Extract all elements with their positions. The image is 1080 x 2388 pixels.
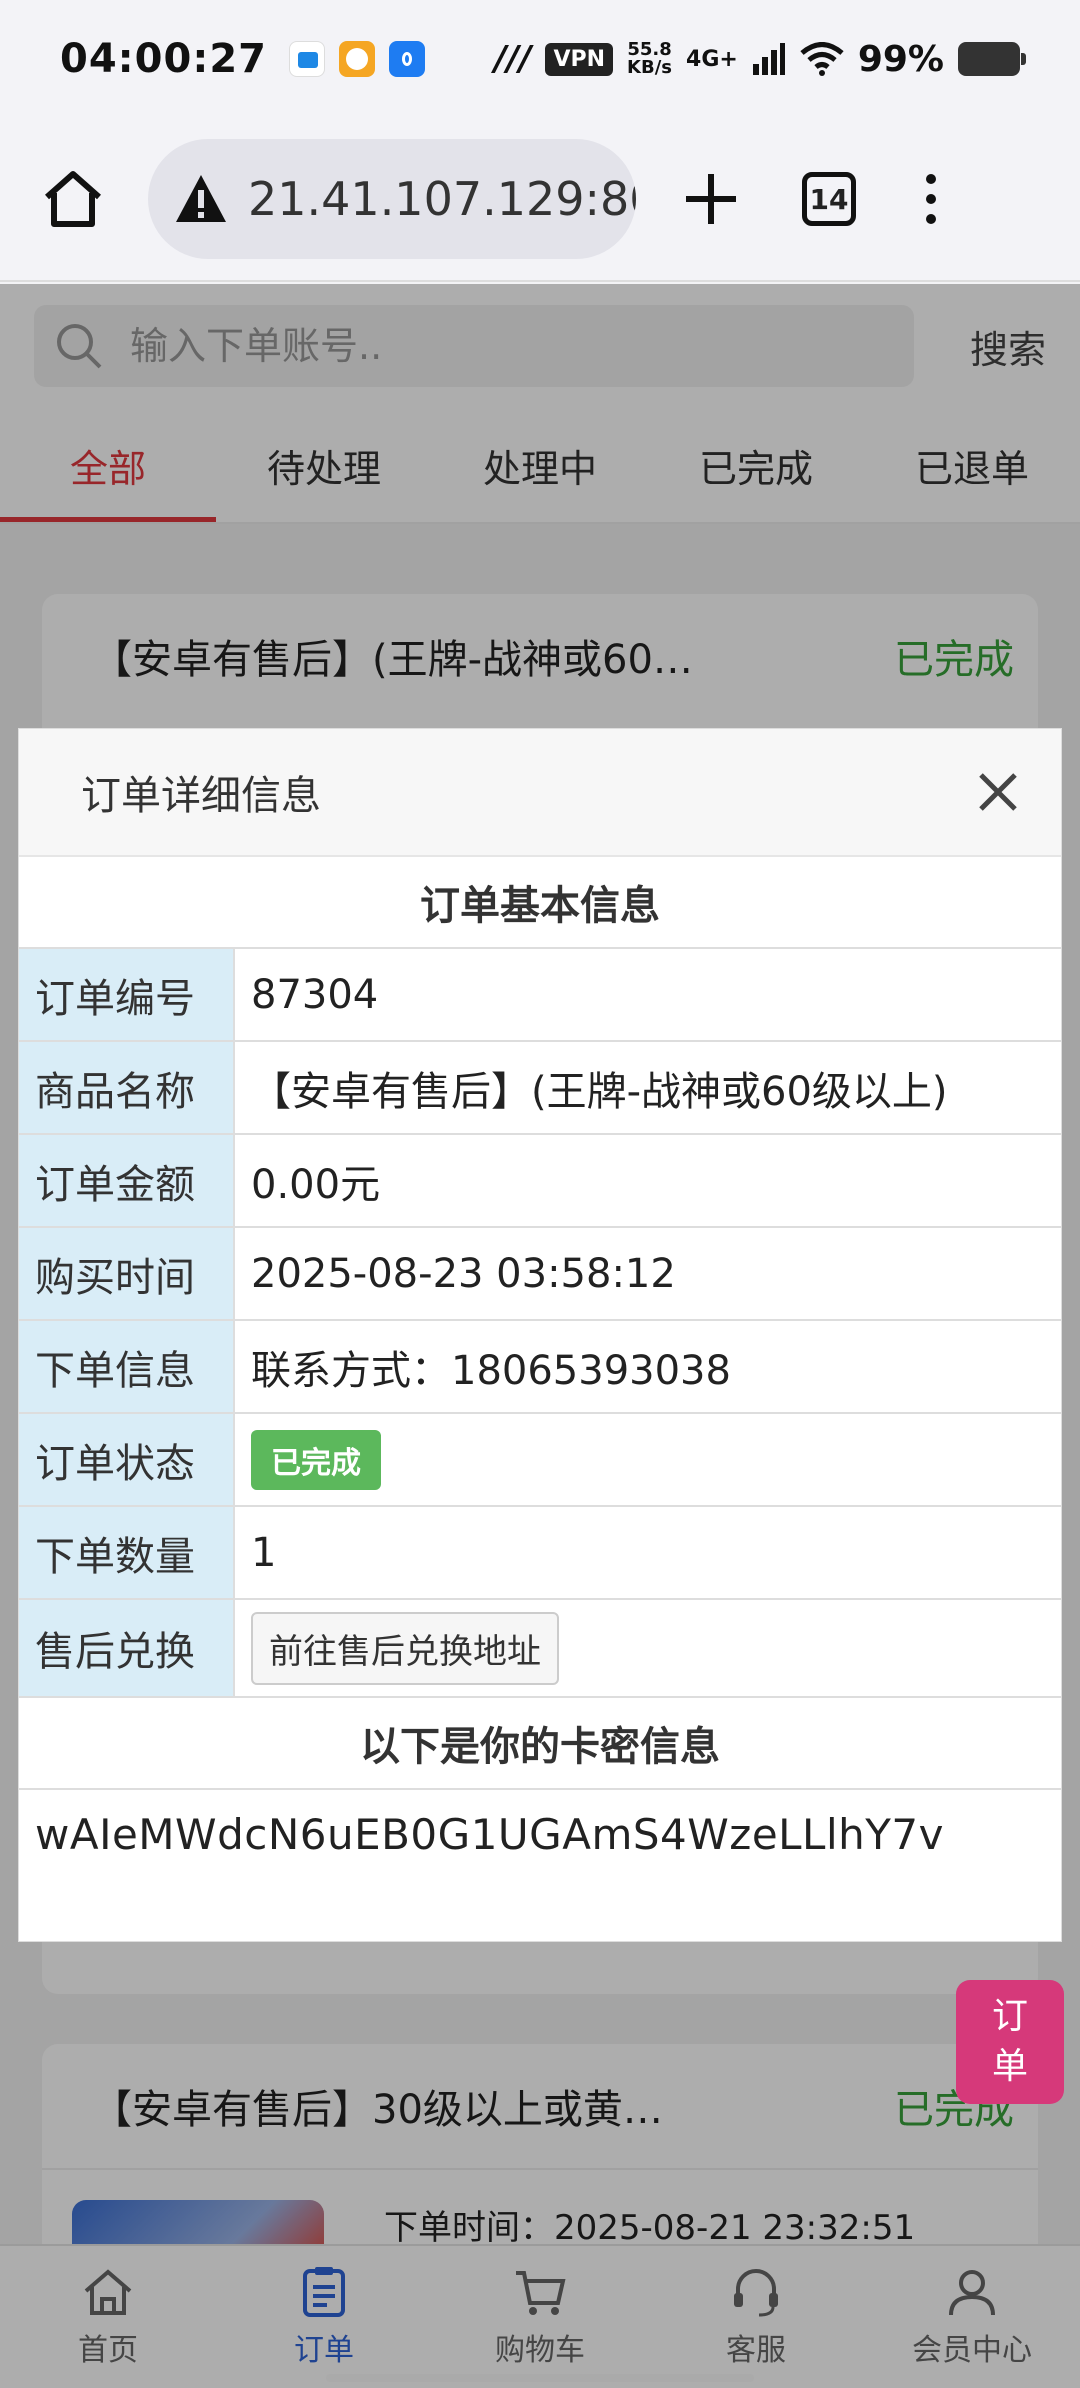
video-app-icon xyxy=(338,41,375,77)
dot xyxy=(926,194,936,204)
address-bar[interactable]: 21.41.107.129:8081 xyxy=(148,139,636,259)
tab-switcher-button[interactable]: 14 xyxy=(802,172,856,226)
info-label: 购买时间 xyxy=(19,1228,235,1319)
new-tab-button[interactable] xyxy=(676,164,746,234)
home-indicator xyxy=(326,2374,754,2382)
signal-strength-icon: /// xyxy=(494,39,532,79)
browser-toolbar: 21.41.107.129:8081 14 xyxy=(0,118,1080,282)
card-key-title: 以下是你的卡密信息 xyxy=(19,1698,1061,1790)
status-time: 04:00:27 xyxy=(60,36,267,82)
modal-title: 订单详细信息 xyxy=(81,773,321,819)
info-row-amount: 订单金额 0.00元 xyxy=(19,1135,1061,1228)
info-row-product: 商品名称 【安卓有售后】(王牌-战神或60级以上) xyxy=(19,1042,1061,1135)
vpn-badge: VPN xyxy=(545,42,614,76)
battery-percent: 99% xyxy=(857,38,944,80)
contact-value: 联系方式：18065393038 xyxy=(251,1347,731,1394)
info-row-status: 订单状态 已完成 xyxy=(19,1414,1061,1507)
info-row-order-id: 订单编号 87304 xyxy=(19,949,1061,1042)
floating-order-button[interactable]: 订 单 xyxy=(956,1980,1064,2104)
status-app-icons xyxy=(288,41,425,77)
battery-icon xyxy=(958,42,1026,76)
card-key-value[interactable]: wAIeMWdcN6uEB0G1UGAmS4WzeLLlhY7v xyxy=(19,1790,1061,1879)
info-row-after-sale: 售后兑换 前往售后兑换地址 xyxy=(19,1600,1061,1698)
info-label: 订单状态 xyxy=(19,1414,235,1505)
home-icon xyxy=(45,171,101,227)
browser-home-button[interactable] xyxy=(38,164,108,234)
after-sale-link-button[interactable]: 前往售后兑换地址 xyxy=(251,1611,559,1685)
close-icon[interactable] xyxy=(975,769,1021,815)
quantity-value: 1 xyxy=(251,1529,277,1576)
amount-value: 0.00元 xyxy=(251,1161,381,1208)
basic-info-title: 订单基本信息 xyxy=(19,857,1061,949)
info-row-quantity: 下单数量 1 xyxy=(19,1507,1061,1600)
dot xyxy=(926,214,936,224)
wifi-icon xyxy=(800,42,844,76)
after-sale-cell: 前往售后兑换地址 xyxy=(235,1600,1061,1696)
info-label: 售后兑换 xyxy=(19,1600,235,1696)
info-row-order-info: 下单信息 联系方式：18065393038 xyxy=(19,1321,1061,1414)
network-speed: 55.8 KB/s xyxy=(627,39,673,78)
info-label: 订单编号 xyxy=(19,949,235,1040)
app-notification-icon xyxy=(288,41,325,77)
order-detail-modal: 订单详细信息 订单基本信息 订单编号 87304 商品名称 【安卓有售后】(王牌… xyxy=(18,728,1062,1942)
status-cell: 已完成 xyxy=(235,1414,1061,1505)
plus-icon xyxy=(686,174,736,224)
info-label: 商品名称 xyxy=(19,1042,235,1133)
order-id-value: 87304 xyxy=(251,971,379,1018)
info-label: 订单金额 xyxy=(19,1135,235,1226)
status-indicators: /// VPN 55.8 KB/s 4G+ 99% xyxy=(494,38,1026,80)
info-label: 下单信息 xyxy=(19,1321,235,1412)
more-menu-button[interactable] xyxy=(916,174,946,224)
info-row-purchase-time: 购买时间 2025-08-23 03:58:12 xyxy=(19,1228,1061,1321)
info-label: 下单数量 xyxy=(19,1507,235,1598)
cellular-bars-icon xyxy=(752,43,785,75)
warning-icon[interactable] xyxy=(174,172,228,226)
status-bar: 04:00:27 /// VPN 55.8 KB/s 4G+ 99% xyxy=(0,0,1080,118)
purchase-time-value: 2025-08-23 03:58:12 xyxy=(251,1250,676,1297)
status-badge: 已完成 xyxy=(251,1429,381,1490)
broadcast-app-icon xyxy=(388,41,425,77)
modal-header: 订单详细信息 xyxy=(19,729,1061,857)
url-text[interactable]: 21.41.107.129:8081 xyxy=(248,172,636,226)
dot xyxy=(926,174,936,184)
cellular-4g-icon: 4G+ xyxy=(686,46,738,72)
product-name-value: 【安卓有售后】(王牌-战神或60级以上) xyxy=(251,1068,948,1115)
